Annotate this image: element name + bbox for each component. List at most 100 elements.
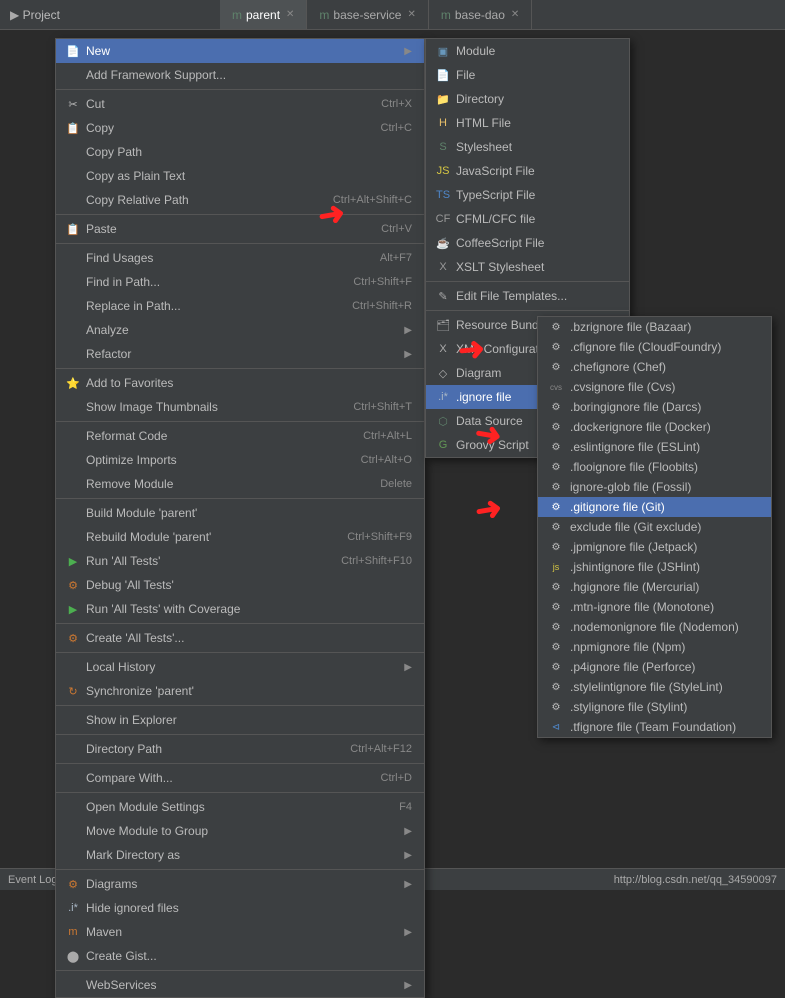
menu-item-synchronize[interactable]: ↻ Synchronize 'parent' <box>56 679 424 703</box>
typescript-icon: TS <box>434 186 452 204</box>
submenu-new-coffeescript[interactable]: ☕ CoffeeScript File <box>426 231 629 255</box>
menu-item-synchronize-label: Synchronize 'parent' <box>86 684 412 698</box>
menu-item-paste[interactable]: 📋 Paste Ctrl+V <box>56 217 424 241</box>
tab-base-dao[interactable]: m base-dao ✕ <box>429 0 532 29</box>
tab-parent-close[interactable]: ✕ <box>286 9 294 20</box>
menu-item-find-in-path[interactable]: Find in Path... Ctrl+Shift+F <box>56 270 424 294</box>
tab-base-service-close[interactable]: ✕ <box>407 9 415 20</box>
ignore-mercurial[interactable]: ⚙ .hgignore file (Mercurial) <box>538 577 771 597</box>
menu-item-create-tests[interactable]: ⚙ Create 'All Tests'... <box>56 626 424 650</box>
menu-item-analyze[interactable]: Analyze ▶ <box>56 318 424 342</box>
submenu-new-javascript[interactable]: JS JavaScript File <box>426 159 629 183</box>
ignore-darcs[interactable]: ⚙ .boringignore file (Darcs) <box>538 397 771 417</box>
ignore-nodemon[interactable]: ⚙ .nodemonignore file (Nodemon) <box>538 617 771 637</box>
tab-base-service[interactable]: m base-service ✕ <box>307 0 428 29</box>
menu-item-add-framework-label: Add Framework Support... <box>86 68 412 82</box>
menu-item-remove-module[interactable]: Remove Module Delete <box>56 472 424 496</box>
menu-item-rebuild-module[interactable]: Rebuild Module 'parent' Ctrl+Shift+F9 <box>56 525 424 549</box>
submenu-new-cfml[interactable]: CF CFML/CFC file <box>426 207 629 231</box>
menu-item-local-history[interactable]: Local History ▶ <box>56 655 424 679</box>
menu-item-cut[interactable]: ✂ Cut Ctrl+X <box>56 92 424 116</box>
ignore-cvs[interactable]: cvs .cvsignore file (Cvs) <box>538 377 771 397</box>
coffeescript-icon: ☕ <box>434 234 452 252</box>
menu-item-build-module[interactable]: Build Module 'parent' <box>56 501 424 525</box>
ignore-cf[interactable]: ⚙ .cfignore file (CloudFoundry) <box>538 337 771 357</box>
menu-item-webservices[interactable]: WebServices ▶ <box>56 973 424 997</box>
ignore-bzr[interactable]: ⚙ .bzrignore file (Bazaar) <box>538 317 771 337</box>
menu-item-mark-directory[interactable]: Mark Directory as ▶ <box>56 843 424 867</box>
ignore-monotone[interactable]: ⚙ .mtn-ignore file (Monotone) <box>538 597 771 617</box>
menu-item-create-gist[interactable]: ⬤ Create Gist... <box>56 944 424 968</box>
separator-12 <box>56 792 424 793</box>
data-source-icon: ⬡ <box>434 412 452 430</box>
event-log-label[interactable]: Event Log <box>8 874 58 886</box>
submenu-new-html[interactable]: H HTML File <box>426 111 629 135</box>
menu-item-add-framework[interactable]: Add Framework Support... <box>56 63 424 87</box>
run-tests-icon: ▶ <box>64 552 82 570</box>
tab-parent[interactable]: m parent ✕ <box>220 0 307 29</box>
ignore-stylelint[interactable]: ⚙ .stylelintignore file (StyleLint) <box>538 677 771 697</box>
menu-item-copy-plain[interactable]: Copy as Plain Text <box>56 164 424 188</box>
git-exclude-icon: ⚙ <box>548 519 564 535</box>
tab-base-dao-close[interactable]: ✕ <box>511 9 519 20</box>
ignore-tfvc[interactable]: ⊲ .tfignore file (Team Foundation) <box>538 717 771 737</box>
menu-item-new[interactable]: 📄 New ▶ <box>56 39 424 63</box>
submenu-new-edit-templates[interactable]: ✎ Edit File Templates... <box>426 284 629 308</box>
ignore-docker[interactable]: ⚙ .dockerignore file (Docker) <box>538 417 771 437</box>
remove-module-icon <box>64 475 82 493</box>
ignore-npm[interactable]: ⚙ .npmignore file (Npm) <box>538 637 771 657</box>
compare-with-icon <box>64 769 82 787</box>
menu-item-compare-with[interactable]: Compare With... Ctrl+D <box>56 766 424 790</box>
debug-tests-icon: ⚙ <box>64 576 82 594</box>
ignore-stylint[interactable]: ⚙ .stylignore file (Stylint) <box>538 697 771 717</box>
menu-item-add-favorites[interactable]: ⭐ Add to Favorites <box>56 371 424 395</box>
ignore-jshint[interactable]: js .jshintignore file (JSHint) <box>538 557 771 577</box>
menu-item-copy-relative[interactable]: Copy Relative Path Ctrl+Alt+Shift+C <box>56 188 424 212</box>
ignore-git-exclude[interactable]: ⚙ exclude file (Git exclude) <box>538 517 771 537</box>
ignore-fossil[interactable]: ⚙ ignore-glob file (Fossil) <box>538 477 771 497</box>
submenu-new-file[interactable]: 📄 File <box>426 63 629 87</box>
move-module-arrow-icon: ▶ <box>404 826 412 837</box>
submenu-new-typescript[interactable]: TS TypeScript File <box>426 183 629 207</box>
menu-item-maven[interactable]: m Maven ▶ <box>56 920 424 944</box>
menu-item-find-usages[interactable]: Find Usages Alt+F7 <box>56 246 424 270</box>
menu-item-copy-path[interactable]: Copy Path <box>56 140 424 164</box>
ignore-perforce[interactable]: ⚙ .p4ignore file (Perforce) <box>538 657 771 677</box>
compare-with-shortcut: Ctrl+D <box>381 772 412 784</box>
submenu-new-javascript-label: JavaScript File <box>456 164 617 178</box>
menu-item-copy[interactable]: 📋 Copy Ctrl+C <box>56 116 424 140</box>
ignore-git[interactable]: ⚙ .gitignore file (Git) <box>538 497 771 517</box>
submenu-new-directory[interactable]: 📁 Directory <box>426 87 629 111</box>
menu-item-hide-ignored[interactable]: .i* Hide ignored files <box>56 896 424 920</box>
menu-item-refactor[interactable]: Refactor ▶ <box>56 342 424 366</box>
menu-item-copy-label: Copy <box>86 121 361 135</box>
menu-item-run-tests[interactable]: ▶ Run 'All Tests' Ctrl+Shift+F10 <box>56 549 424 573</box>
menu-item-show-explorer[interactable]: Show in Explorer <box>56 708 424 732</box>
menu-item-reformat[interactable]: Reformat Code Ctrl+Alt+L <box>56 424 424 448</box>
mark-directory-arrow-icon: ▶ <box>404 850 412 861</box>
menu-item-replace-in-path[interactable]: Replace in Path... Ctrl+Shift+R <box>56 294 424 318</box>
menu-item-run-coverage[interactable]: ▶ Run 'All Tests' with Coverage <box>56 597 424 621</box>
menu-item-directory-path[interactable]: Directory Path Ctrl+Alt+F12 <box>56 737 424 761</box>
submenu-new-coffeescript-label: CoffeeScript File <box>456 236 617 250</box>
menu-item-open-module-settings[interactable]: Open Module Settings F4 <box>56 795 424 819</box>
ignore-floobits[interactable]: ⚙ .flooignore file (Floobits) <box>538 457 771 477</box>
menu-item-optimize-imports[interactable]: Optimize Imports Ctrl+Alt+O <box>56 448 424 472</box>
menu-item-diagrams[interactable]: ⚙ Diagrams ▶ <box>56 872 424 896</box>
menu-item-maven-label: Maven <box>86 925 396 939</box>
submenu-new-stylesheet[interactable]: S Stylesheet <box>426 135 629 159</box>
copy-path-icon <box>64 143 82 161</box>
ignore-stylelint-label: .stylelintignore file (StyleLint) <box>570 680 723 694</box>
menu-item-move-module[interactable]: Move Module to Group ▶ <box>56 819 424 843</box>
git-icon: ⚙ <box>548 499 564 515</box>
ignore-eslint[interactable]: ⚙ .eslintignore file (ESLint) <box>538 437 771 457</box>
refactor-icon <box>64 345 82 363</box>
menu-item-debug-tests[interactable]: ⚙ Debug 'All Tests' <box>56 573 424 597</box>
submenu-new-module[interactable]: ▣ Module <box>426 39 629 63</box>
menu-item-show-thumbnails[interactable]: Show Image Thumbnails Ctrl+Shift+T <box>56 395 424 419</box>
ignore-jetpack[interactable]: ⚙ .jpmignore file (Jetpack) <box>538 537 771 557</box>
copy-shortcut: Ctrl+C <box>381 122 412 134</box>
ignore-chef[interactable]: ⚙ .chefignore (Chef) <box>538 357 771 377</box>
menu-item-local-history-label: Local History <box>86 660 396 674</box>
submenu-new-xslt[interactable]: X XSLT Stylesheet <box>426 255 629 279</box>
